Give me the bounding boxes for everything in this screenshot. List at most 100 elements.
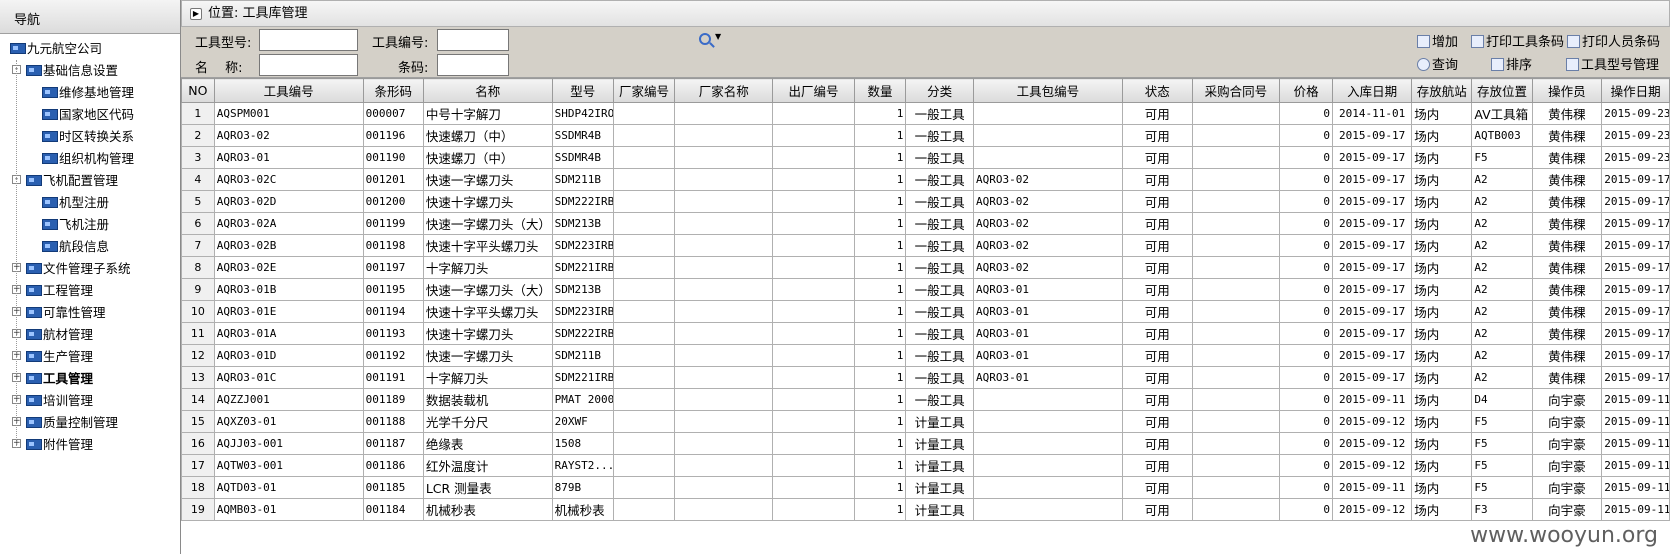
tree-node-9[interactable]: + 质量控制管理 bbox=[0, 412, 180, 434]
table-cell: 19 bbox=[181, 498, 215, 521]
table-row[interactable]: 8 AQRO3-02E 001197 十字解刀头 SDM221IRB 1 一般工具 AQRO3… bbox=[181, 256, 1670, 279]
column-header[interactable]: 数量 bbox=[853, 78, 907, 103]
tool-type-input[interactable] bbox=[259, 29, 358, 51]
add-button[interactable]: 增加 bbox=[1417, 31, 1458, 50]
column-header[interactable]: 存放航站 bbox=[1411, 78, 1473, 103]
table-cell: SSDMR4B bbox=[551, 124, 614, 147]
tree-leaf-1-1[interactable]: 飞机注册 bbox=[0, 214, 180, 236]
column-header[interactable]: 存放位置 bbox=[1471, 78, 1533, 103]
table-row[interactable]: 5 AQRO3-02D 001200 快速十字螺刀头 SDM222IRB 1 一般工具 AQR… bbox=[181, 190, 1670, 213]
table-cell: 黄伟稞 bbox=[1531, 322, 1603, 345]
tree-node-4[interactable]: + 可靠性管理 bbox=[0, 302, 180, 324]
table-cell: AQRO3-01 bbox=[972, 300, 1123, 323]
table-cell: 1 bbox=[853, 432, 907, 455]
table-row[interactable]: 16 AQJJ03-001 001187 绝缘表 1508 1 计量工具 可用 0 2015-09… bbox=[181, 432, 1670, 455]
search-icon[interactable] bbox=[699, 33, 711, 45]
table-cell: AQRO3-01C bbox=[213, 366, 364, 389]
column-header[interactable]: 工具编号 bbox=[213, 78, 364, 103]
table-cell: 2015-09-17 bbox=[1601, 256, 1670, 279]
table-row[interactable]: 1 AQSPM001 000007 中号十字解刀 SHDP42IRO 1 一般工具 可用 0 20… bbox=[181, 102, 1670, 125]
main-panel: ▶ 位置: 工具库管理 工具型号: 工具编号: ▼ 名 称: 条码: 增加 打印工… bbox=[181, 0, 1670, 554]
table-row[interactable]: 11 AQRO3-01A 001193 快速十字螺刀头 SDM222IRB 1 一般工具 AQ… bbox=[181, 322, 1670, 345]
table-cell: 0 bbox=[1279, 322, 1333, 345]
column-header[interactable]: 出厂编号 bbox=[772, 78, 855, 103]
table-row[interactable]: 4 AQRO3-02C 001201 快速一字螺刀头 SDM211B 1 一般工具 AQRO3… bbox=[181, 168, 1670, 191]
tree-label: 可靠性管理 bbox=[43, 305, 106, 320]
column-header[interactable]: 条形码 bbox=[362, 78, 424, 103]
column-header[interactable]: 操作员 bbox=[1531, 78, 1603, 103]
table-cell: AQRO3-01D bbox=[213, 344, 364, 367]
table-cell: 001195 bbox=[362, 278, 424, 301]
table-row[interactable]: 10 AQRO3-01E 001194 快速十字平头螺刀头 SDM223IRB 1 一般工具… bbox=[181, 300, 1670, 323]
table-row[interactable]: 7 AQRO3-02B 001198 快速十字平头螺刀头 SDM223IRB 1 一般工具 A… bbox=[181, 234, 1670, 257]
tree-node-3[interactable]: + 工程管理 bbox=[0, 280, 180, 302]
table-cell: 机械秒表 bbox=[551, 498, 614, 521]
table-cell: 计量工具 bbox=[905, 432, 974, 455]
column-header[interactable]: 操作日期 bbox=[1601, 78, 1670, 103]
tree-leaf-0-2[interactable]: 时区转换关系 bbox=[0, 126, 180, 148]
tool-type-manage-button[interactable]: 工具型号管理 bbox=[1566, 54, 1659, 73]
table-row[interactable]: 2 AQRO3-02 001196 快速螺刀（中） SSDMR4B 1 一般工具 可用 0 201… bbox=[181, 124, 1670, 147]
table-row[interactable]: 17 AQTW03-001 001186 红外温度计 RAYST2... 1 计量工具 可用 0… bbox=[181, 454, 1670, 477]
table-cell: 2015-09-12 bbox=[1331, 410, 1413, 433]
column-header[interactable]: 入库日期 bbox=[1331, 78, 1413, 103]
table-cell: 场内 bbox=[1411, 498, 1473, 521]
tree-node-0[interactable]: - 基础信息设置 bbox=[0, 60, 180, 82]
tree-node-1[interactable]: - 飞机配置管理 bbox=[0, 170, 180, 192]
table-row[interactable]: 12 AQRO3-01D 001192 快速一字螺刀头 SDM211B 1 一般工具 AQRO… bbox=[181, 344, 1670, 367]
tree-root[interactable]: 九元航空公司 bbox=[0, 38, 180, 60]
query-button[interactable]: 查询 bbox=[1417, 54, 1458, 73]
barcode-input[interactable] bbox=[437, 54, 509, 76]
column-header[interactable]: 采购合同号 bbox=[1191, 78, 1281, 103]
tree-node-5[interactable]: + 航材管理 bbox=[0, 324, 180, 346]
table-cell: 001201 bbox=[362, 168, 424, 191]
table-row[interactable]: 15 AQXZ03-01 001188 光学千分尺 20XWF 1 计量工具 可用 0 2015-… bbox=[181, 410, 1670, 433]
expand-arrow-icon[interactable]: ▶ bbox=[190, 7, 202, 20]
tool-table: NO 工具编号 条形码 名称 型号 厂家编号 厂家名称 出厂编号 数量 分类 工具包编号 状态 采购合同… bbox=[181, 78, 1670, 521]
column-header[interactable]: NO bbox=[181, 78, 215, 103]
tree-leaf-1-2[interactable]: 航段信息 bbox=[0, 236, 180, 258]
table-cell: 快速十字平头螺刀头 bbox=[422, 234, 553, 257]
column-header[interactable]: 分类 bbox=[905, 78, 974, 103]
table-row[interactable]: 3 AQRO3-01 001190 快速螺刀（中） SSDMR4B 1 一般工具 可用 0 201… bbox=[181, 146, 1670, 169]
table-row[interactable]: 13 AQRO3-01C 001191 十字解刀头 SDM221IRB 1 一般工具 AQRO… bbox=[181, 366, 1670, 389]
table-row[interactable]: 14 AQZZJ001 001189 数据装载机 PMAT 2000 1 一般工具 可用 0 20… bbox=[181, 388, 1670, 411]
table-cell: 2015-09-11 bbox=[1601, 388, 1670, 411]
tree-node-10[interactable]: + 附件管理 bbox=[0, 434, 180, 456]
table-cell bbox=[612, 212, 676, 235]
tool-no-input[interactable] bbox=[437, 29, 509, 51]
column-header[interactable]: 状态 bbox=[1121, 78, 1193, 103]
table-cell: 计量工具 bbox=[905, 498, 974, 521]
column-header[interactable]: 厂家名称 bbox=[674, 78, 774, 103]
tree-leaf-0-1[interactable]: 国家地区代码 bbox=[0, 104, 180, 126]
tree-node-2[interactable]: + 文件管理子系统 bbox=[0, 258, 180, 280]
column-header[interactable]: 价格 bbox=[1279, 78, 1333, 103]
table-row[interactable]: 9 AQRO3-01B 001195 快速一字螺刀头（大） SDM213B 1 一般工具 AQ… bbox=[181, 278, 1670, 301]
chevron-down-icon[interactable]: ▼ bbox=[715, 32, 721, 41]
print-tool-barcode-button[interactable]: 打印工具条码 bbox=[1471, 31, 1564, 50]
name-input[interactable] bbox=[259, 54, 358, 76]
table-cell: 快速一字螺刀头（大） bbox=[422, 278, 553, 301]
column-header[interactable]: 厂家编号 bbox=[612, 78, 676, 103]
tree-node-7[interactable]: + 工具管理 bbox=[0, 368, 180, 390]
tree-node-8[interactable]: + 培训管理 bbox=[0, 390, 180, 412]
watermark: www.wooyun.org bbox=[1470, 523, 1658, 548]
tree-leaf-0-0[interactable]: 维修基地管理 bbox=[0, 82, 180, 104]
column-header[interactable]: 工具包编号 bbox=[972, 78, 1123, 103]
column-header[interactable]: 名称 bbox=[422, 78, 553, 103]
table-cell: AQRO3-02 bbox=[972, 190, 1123, 213]
tree-leaf-0-3[interactable]: 组织机构管理 bbox=[0, 148, 180, 170]
column-header[interactable]: 型号 bbox=[551, 78, 614, 103]
table-cell: 15 bbox=[181, 410, 215, 433]
tree-leaf-1-0[interactable]: 机型注册 bbox=[0, 192, 180, 214]
tree-label: 培训管理 bbox=[43, 393, 94, 408]
tree-node-6[interactable]: + 生产管理 bbox=[0, 346, 180, 368]
table-row[interactable]: 19 AQMB03-01 001184 机械秒表 机械秒表 1 计量工具 可用 0 2015-09… bbox=[181, 498, 1670, 521]
print-staff-barcode-button[interactable]: 打印人员条码 bbox=[1567, 31, 1660, 50]
sort-icon bbox=[1491, 58, 1504, 71]
table-cell bbox=[1191, 344, 1281, 367]
sort-button[interactable]: 排序 bbox=[1491, 54, 1532, 73]
table-row[interactable]: 18 AQTD03-01 001185 LCR 测量表 879B 1 计量工具 可用 0 2015… bbox=[181, 476, 1670, 499]
table-cell: AQRO3-01 bbox=[972, 322, 1123, 345]
table-row[interactable]: 6 AQRO3-02A 001199 快速一字螺刀头（大） SDM213B 1 一般工具 AQ… bbox=[181, 212, 1670, 235]
